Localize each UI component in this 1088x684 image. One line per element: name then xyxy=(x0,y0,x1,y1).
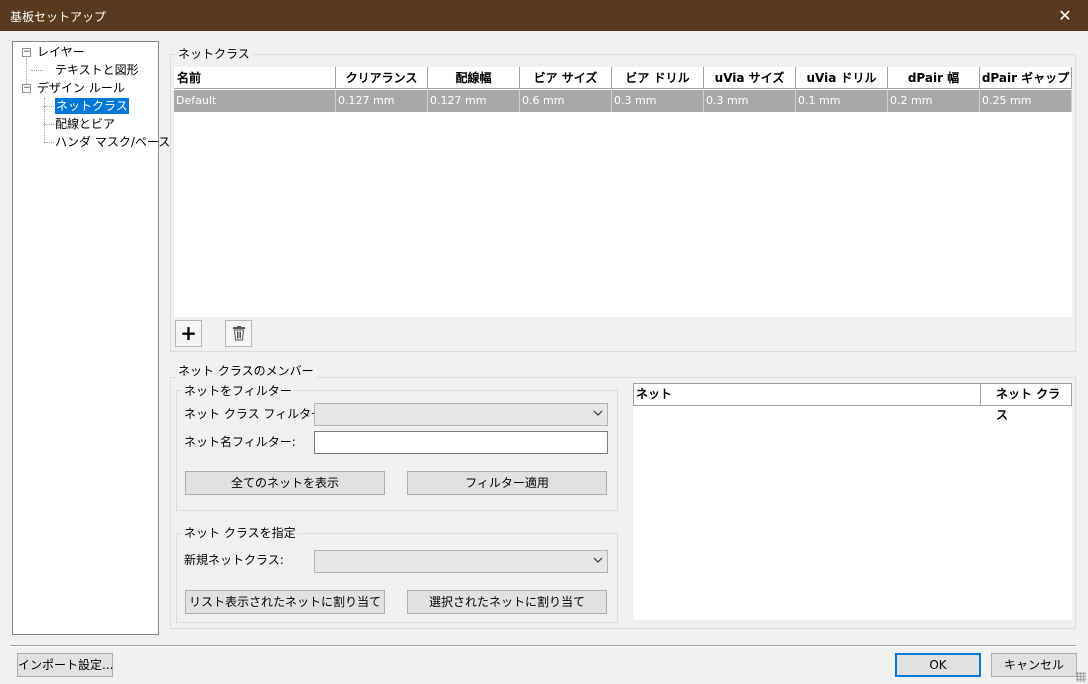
collapse-icon[interactable]: − xyxy=(22,48,31,57)
tree-connector xyxy=(44,98,45,142)
nets-table-header: ネット ネット クラス xyxy=(633,383,1072,422)
add-netclass-button[interactable]: + xyxy=(175,320,202,347)
assign-group-label: ネット クラスを指定 xyxy=(182,526,298,540)
footer-separator xyxy=(10,645,1076,647)
column-header-via-size[interactable]: ビア サイズ xyxy=(520,67,612,89)
resize-grip-icon[interactable] xyxy=(1076,672,1086,682)
netclass-grid[interactable]: 名前 クリアランス 配線幅 ビア サイズ ビア ドリル uVia サイズ uVi… xyxy=(174,67,1072,317)
tree-item-text-and-graphics[interactable]: テキストと図形 xyxy=(55,62,139,78)
column-header-net-class[interactable]: ネット クラス xyxy=(996,384,1071,422)
cancel-button[interactable]: キャンセル xyxy=(991,653,1077,677)
column-header-dpair-width[interactable]: dPair 幅 xyxy=(888,67,980,89)
collapse-icon[interactable]: − xyxy=(22,84,31,93)
title-bar: 基板セットアップ ✕ xyxy=(0,0,1088,31)
window-title: 基板セットアップ xyxy=(10,10,107,24)
chevron-down-icon xyxy=(593,555,603,568)
cell-uvia-drill[interactable]: 0.1 mm xyxy=(796,90,888,112)
column-header-uvia-size[interactable]: uVia サイズ xyxy=(704,67,796,89)
cell-dpair-width[interactable]: 0.2 mm xyxy=(888,90,980,112)
ok-button[interactable]: OK xyxy=(895,653,981,677)
assign-listed-nets-button[interactable]: リスト表示されたネットに割り当て xyxy=(185,590,385,614)
tree-connector xyxy=(31,70,43,71)
trash-icon xyxy=(232,326,245,341)
netname-filter-label: ネット名フィルター: xyxy=(184,435,296,449)
new-netclass-select[interactable] xyxy=(314,550,608,573)
nets-table[interactable]: ネット ネット クラス xyxy=(633,383,1072,620)
tree-item-design-rules[interactable]: デザイン ルール xyxy=(37,80,125,96)
cell-via-drill[interactable]: 0.3 mm xyxy=(612,90,704,112)
apply-filter-button[interactable]: フィルター適用 xyxy=(407,471,607,495)
column-header-clearance[interactable]: クリアランス xyxy=(336,67,428,89)
cell-clearance[interactable]: 0.127 mm xyxy=(336,90,428,112)
delete-netclass-button[interactable] xyxy=(225,320,252,347)
tree-item-net-classes[interactable]: ネットクラス xyxy=(54,97,130,115)
column-header-uvia-drill[interactable]: uVia ドリル xyxy=(796,67,888,89)
table-row[interactable]: Default 0.127 mm 0.127 mm 0.6 mm 0.3 mm … xyxy=(174,90,1072,112)
filter-group-label: ネットをフィルター xyxy=(182,384,294,398)
settings-tree[interactable]: − レイヤー テキストと図形 − デザイン ルール ネットクラス 配線とビア ハ… xyxy=(12,41,182,635)
cell-via-size[interactable]: 0.6 mm xyxy=(520,90,612,112)
netclasses-group-label: ネットクラス xyxy=(176,47,252,61)
column-header-track-width[interactable]: 配線幅 xyxy=(428,67,520,89)
tree-connector xyxy=(44,142,54,143)
show-all-nets-button[interactable]: 全てのネットを表示 xyxy=(185,471,385,495)
cell-dpair-gap[interactable]: 0.25 mm xyxy=(980,90,1072,112)
column-header-via-drill[interactable]: ビア ドリル xyxy=(612,67,704,89)
tree-item-solder-mask-paste[interactable]: ハンダ マスク/ペースト xyxy=(55,134,182,150)
cell-uvia-size[interactable]: 0.3 mm xyxy=(704,90,796,112)
column-header-name[interactable]: 名前 xyxy=(174,67,336,89)
tree-item-tracks-and-vias[interactable]: 配線とビア xyxy=(55,116,115,132)
tree-connector xyxy=(44,124,54,125)
cell-name[interactable]: Default xyxy=(174,90,336,112)
netclass-filter-label: ネット クラス フィルター: xyxy=(184,407,328,421)
netclass-filter-select[interactable] xyxy=(314,403,608,426)
tree-connector xyxy=(44,106,54,107)
column-header-net[interactable]: ネット xyxy=(636,384,672,405)
import-settings-button[interactable]: インポート設定... xyxy=(17,653,113,677)
close-icon[interactable]: ✕ xyxy=(1042,0,1088,31)
column-header-dpair-gap[interactable]: dPair ギャップ xyxy=(980,67,1072,89)
cell-track-width[interactable]: 0.127 mm xyxy=(428,90,520,112)
members-group-label: ネット クラスのメンバー xyxy=(176,364,316,378)
grid-header: 名前 クリアランス 配線幅 ビア サイズ ビア ドリル uVia サイズ uVi… xyxy=(174,67,1072,89)
assign-selected-nets-button[interactable]: 選択されたネットに割り当て xyxy=(407,590,607,614)
plus-icon: + xyxy=(180,321,197,345)
chevron-down-icon xyxy=(593,408,603,421)
tree-item-layers[interactable]: レイヤー xyxy=(37,44,85,60)
netname-filter-input[interactable] xyxy=(314,431,608,454)
column-divider xyxy=(980,384,981,405)
new-netclass-label: 新規ネットクラス: xyxy=(184,553,284,567)
